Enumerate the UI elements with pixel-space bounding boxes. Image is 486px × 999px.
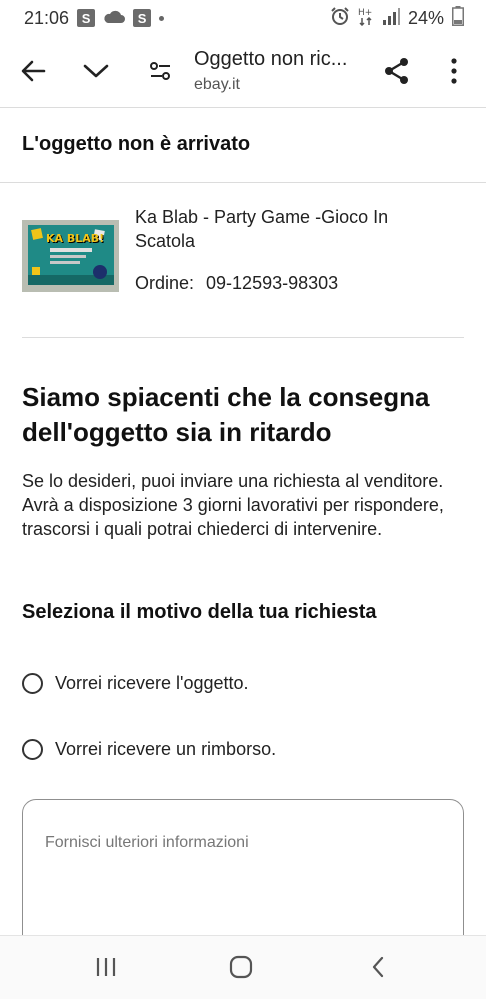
hplus-data-icon: H+ bbox=[358, 6, 374, 31]
cloud-icon bbox=[103, 8, 126, 29]
recent-apps-icon[interactable] bbox=[93, 954, 119, 980]
battery-icon bbox=[452, 5, 464, 31]
radio-option-receive-item[interactable]: Vorrei ricevere l'oggetto. bbox=[22, 673, 249, 694]
status-right: H+ 24% bbox=[330, 5, 464, 31]
page-url[interactable]: ebay.it bbox=[194, 76, 240, 94]
status-left: 21:06 S S bbox=[24, 7, 165, 29]
status-bar: 21:06 S S H+ 24% bbox=[0, 0, 486, 36]
more-info-textarea[interactable] bbox=[45, 834, 441, 934]
samsung-s-icon: S bbox=[133, 9, 152, 27]
order-info: Ordine: 09-12593-98303 bbox=[135, 273, 338, 294]
samsung-s-icon: S bbox=[77, 9, 96, 27]
radio-option-refund[interactable]: Vorrei ricevere un rimborso. bbox=[22, 739, 276, 760]
alarm-icon bbox=[330, 6, 350, 31]
chevron-down-icon[interactable] bbox=[81, 56, 111, 86]
svg-text:H+: H+ bbox=[358, 8, 372, 18]
request-description: Se lo desideri, puoi inviare una richies… bbox=[22, 471, 444, 539]
back-arrow-icon[interactable] bbox=[18, 56, 48, 86]
radio-button[interactable] bbox=[22, 739, 43, 760]
order-label: Ordine: bbox=[135, 273, 195, 293]
page-header: L'oggetto non è arrivato bbox=[0, 108, 486, 183]
item-title[interactable]: Ka Blab - Party Game -Gioco In Scatola bbox=[135, 205, 435, 253]
back-icon[interactable] bbox=[366, 954, 390, 980]
share-icon[interactable] bbox=[381, 55, 413, 87]
page-heading: L'oggetto non è arrivato bbox=[22, 133, 251, 155]
item-image[interactable]: KA BLAB! bbox=[22, 220, 119, 292]
status-time: 21:06 bbox=[24, 7, 70, 28]
signal-icon bbox=[382, 7, 400, 30]
tune-settings-icon[interactable] bbox=[146, 56, 176, 86]
reason-section-title: Seleziona il motivo della tua richiesta bbox=[22, 601, 377, 623]
radio-label: Vorrei ricevere l'oggetto. bbox=[55, 673, 249, 693]
battery-percent: 24% bbox=[407, 7, 444, 28]
delay-headline: Siamo spiacenti che la consegna dell'ogg… bbox=[22, 382, 430, 447]
more-vert-icon[interactable] bbox=[442, 55, 466, 87]
radio-button[interactable] bbox=[22, 673, 43, 694]
divider bbox=[22, 337, 464, 338]
browser-toolbar: Oggetto non ric... ebay.it bbox=[0, 36, 486, 108]
page-title[interactable]: Oggetto non ric... bbox=[194, 48, 369, 71]
item-image-logo-text: KA BLAB! bbox=[46, 232, 105, 245]
home-icon[interactable] bbox=[228, 954, 254, 980]
android-nav-bar bbox=[0, 935, 486, 999]
dot-icon bbox=[159, 15, 165, 21]
order-number: 09-12593-98303 bbox=[206, 273, 339, 293]
radio-label: Vorrei ricevere un rimborso. bbox=[55, 739, 277, 759]
